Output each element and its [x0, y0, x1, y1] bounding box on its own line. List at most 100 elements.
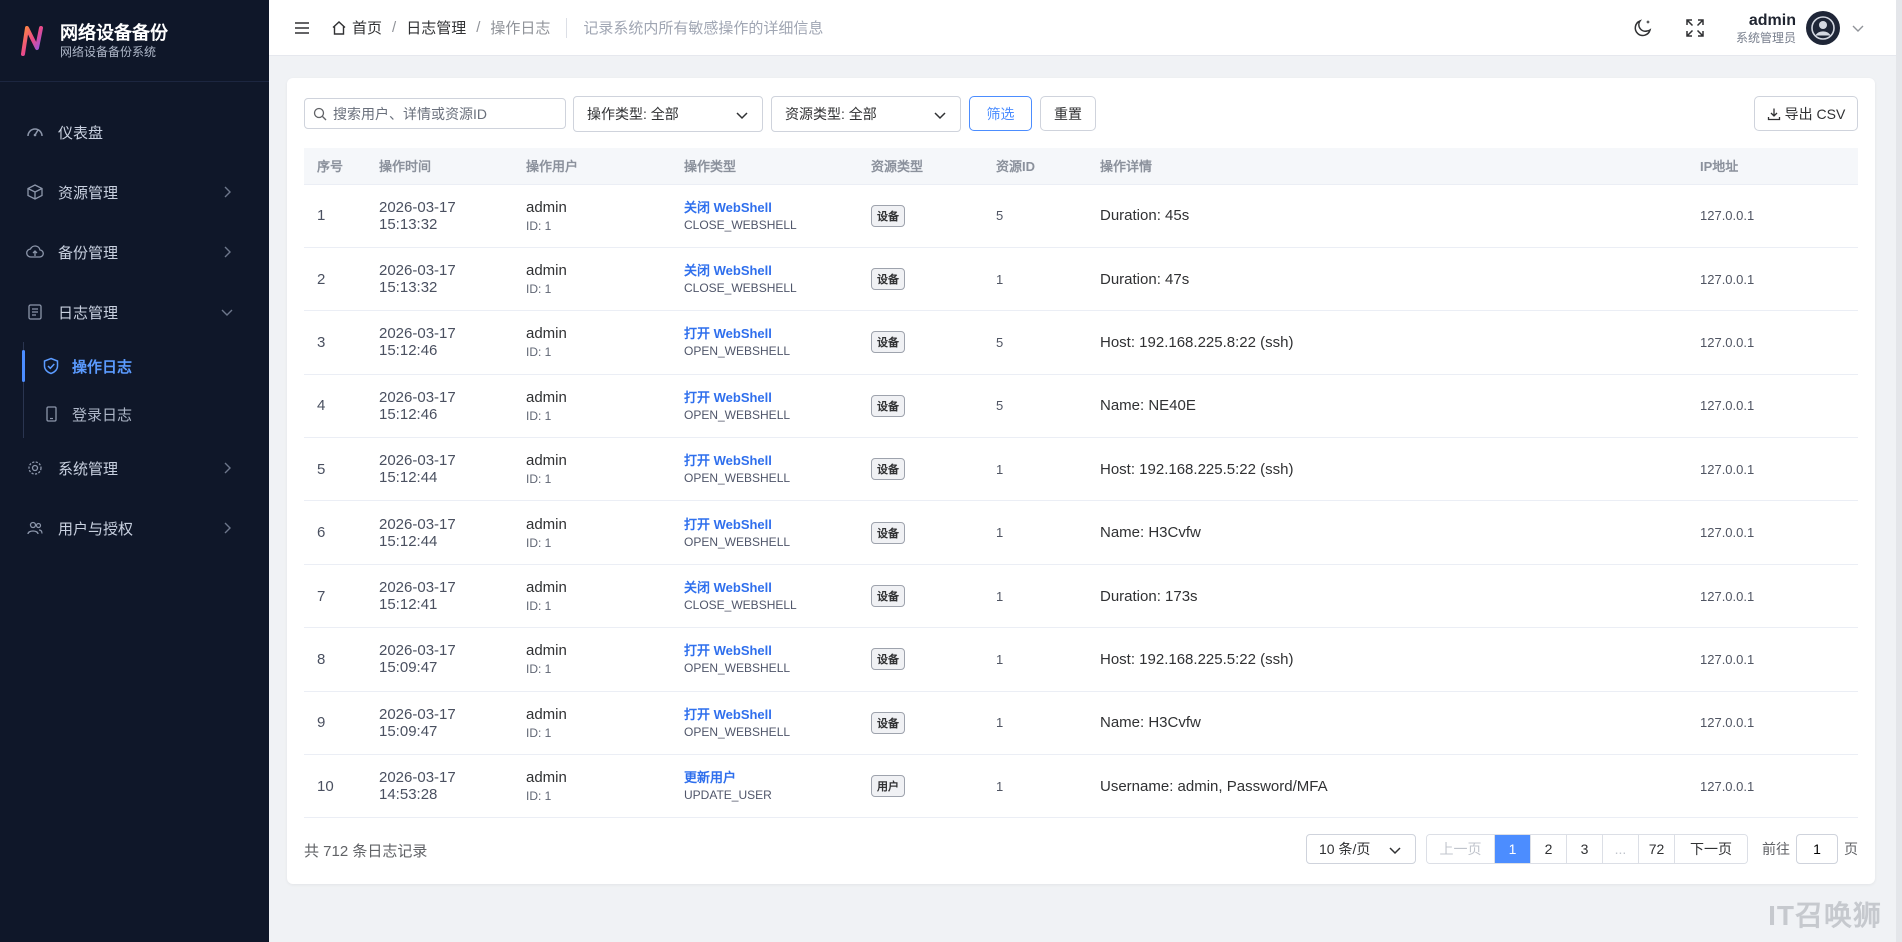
dashboard-icon [26, 123, 44, 141]
user-id: ID: 1 [526, 662, 552, 677]
resource-type-select[interactable]: 资源类型: 全部 [771, 96, 961, 132]
ip-address: 127.0.0.1 [1687, 437, 1858, 502]
ip-address: 127.0.0.1 [1687, 754, 1858, 819]
operation-label: 打开 WebShell [684, 389, 772, 405]
table-row: 3 2026-03-17 15:12:46 admin ID: 1 打开 WebShel… [304, 310, 1858, 375]
operation-code: OPEN_WEBSHELL [684, 534, 791, 549]
brand-title: 网络设备备份 [60, 22, 168, 43]
operation-label: 打开 WebShell [684, 326, 772, 342]
search-box[interactable] [304, 98, 566, 129]
page-description: 记录系统内所有敏感操作的详细信息 [583, 20, 824, 37]
user-name: admin [526, 262, 567, 280]
sidebar-item-label: 登录日志 [72, 406, 133, 424]
filter-toolbar: 操作类型: 全部 资源类型: 全部 筛选 重置 导出 CSV [304, 96, 1858, 132]
reset-button[interactable]: 重置 [1040, 96, 1096, 131]
resource-id: 1 [983, 437, 1087, 502]
row-number: 1 [304, 184, 366, 248]
operation-label: 打开 WebShell [684, 643, 772, 659]
operation-code: CLOSE_WEBSHELL [684, 217, 797, 232]
next-page-button[interactable]: 下一页 [1675, 835, 1747, 863]
resource-type-badge: 设备 [871, 458, 905, 481]
sidebar-item-backup[interactable]: 备份管理 [0, 222, 269, 282]
avatar[interactable] [1806, 11, 1840, 45]
moon-icon[interactable] [1632, 17, 1654, 39]
breadcrumb: 首页 / 日志管理 / 操作日志 [331, 17, 550, 38]
sidebar: 网络设备备份 网络设备备份系统 仪表盘 资源管理 备份管理 日志管理 操作日志 … [0, 0, 269, 942]
page-3-button[interactable]: 3 [1567, 835, 1603, 863]
operation-type-select[interactable]: 操作类型: 全部 [573, 96, 763, 132]
operation-type: 关闭 WebShell CLOSE_WEBSHELL [671, 247, 858, 312]
table-row: 9 2026-03-17 15:09:47 admin ID: 1 打开 WebShel… [304, 691, 1858, 756]
user-id: ID: 1 [526, 345, 552, 360]
table-row: 6 2026-03-17 15:12:44 admin ID: 1 打开 WebShel… [304, 500, 1858, 565]
chevron-down-icon[interactable] [1850, 20, 1866, 36]
resource-id: 1 [983, 247, 1087, 312]
user-name: admin [526, 198, 567, 216]
total-count: 共 712 条日志记录 [304, 843, 428, 860]
operation-user: admin ID: 1 [513, 627, 671, 692]
export-csv-button[interactable]: 导出 CSV [1754, 96, 1858, 131]
sidebar-item-system[interactable]: 系统管理 [0, 438, 269, 498]
operation-type: 打开 WebShell OPEN_WEBSHELL [671, 691, 858, 756]
resource-type-badge: 设备 [871, 585, 905, 608]
operation-detail: Duration: 173s [1087, 564, 1687, 629]
resource-type: 设备 [858, 184, 983, 248]
filter-button[interactable]: 筛选 [969, 96, 1032, 131]
ip-address: 127.0.0.1 [1687, 184, 1858, 248]
goto-page-input[interactable] [1796, 834, 1838, 864]
operation-label: 关闭 WebShell [684, 199, 772, 215]
operation-user: admin ID: 1 [513, 500, 671, 565]
user-id: ID: 1 [526, 282, 552, 297]
table-row: 8 2026-03-17 15:09:47 admin ID: 1 打开 WebShel… [304, 627, 1858, 692]
table-row: 5 2026-03-17 15:12:44 admin ID: 1 打开 WebShel… [304, 437, 1858, 502]
sidebar-item-logs[interactable]: 日志管理 [0, 282, 269, 342]
goto-prefix: 前往 [1762, 841, 1790, 857]
operation-user: admin ID: 1 [513, 374, 671, 439]
user-role: 系统管理员 [1735, 31, 1796, 45]
sidebar-item-operation-logs[interactable]: 操作日志 [0, 342, 269, 390]
sidebar-item-resources[interactable]: 资源管理 [0, 162, 269, 222]
page-scrollbar[interactable] [1896, 0, 1902, 942]
resource-type: 设备 [858, 374, 983, 439]
resource-id: 1 [983, 691, 1087, 756]
row-number: 7 [304, 564, 366, 629]
page-72-button[interactable]: 72 [1639, 835, 1675, 863]
sidebar-item-users[interactable]: 用户与授权 [0, 498, 269, 558]
breadcrumb-home[interactable]: 首页 [352, 17, 382, 38]
resource-type: 设备 [858, 247, 983, 312]
operation-type: 关闭 WebShell CLOSE_WEBSHELL [671, 564, 858, 629]
sidebar-item-login-logs[interactable]: 登录日志 [0, 390, 269, 438]
menu-toggle-icon[interactable] [293, 19, 311, 37]
top-header: 首页 / 日志管理 / 操作日志 记录系统内所有敏感操作的详细信息 admin … [269, 0, 1902, 56]
operation-code: OPEN_WEBSHELL [684, 724, 791, 739]
operation-time: 2026-03-17 15:12:46 [366, 310, 513, 375]
search-input[interactable] [333, 105, 553, 122]
breadcrumb-logs[interactable]: 日志管理 [406, 17, 466, 38]
operation-detail: Name: H3Cvfw [1087, 500, 1687, 565]
column-header: 操作类型 [671, 148, 858, 185]
chevron-right-icon [224, 186, 231, 198]
operation-user: admin ID: 1 [513, 247, 671, 312]
column-header: 序号 [304, 148, 366, 185]
sidebar-item-dashboard[interactable]: 仪表盘 [0, 102, 269, 162]
page-size-select[interactable]: 10 条/页 [1306, 834, 1416, 864]
ip-address: 127.0.0.1 [1687, 374, 1858, 439]
column-header: 操作用户 [513, 148, 671, 185]
user-name: admin [1748, 12, 1796, 29]
page-ellipsis: ... [1603, 835, 1639, 863]
prev-page-button[interactable]: 上一页 [1427, 835, 1495, 863]
resource-type-badge: 设备 [871, 331, 905, 354]
page-2-button[interactable]: 2 [1531, 835, 1567, 863]
row-number: 4 [304, 374, 366, 439]
search-icon [313, 107, 327, 120]
fullscreen-icon[interactable] [1684, 17, 1706, 39]
table-row: 7 2026-03-17 15:12:41 admin ID: 1 关闭 WebShel… [304, 564, 1858, 629]
brand[interactable]: 网络设备备份 网络设备备份系统 [0, 0, 269, 82]
chevron-down-icon [1389, 847, 1401, 855]
operation-type: 关闭 WebShell CLOSE_WEBSHELL [671, 184, 858, 248]
page-1-button[interactable]: 1 [1495, 835, 1531, 863]
operation-code: OPEN_WEBSHELL [684, 407, 791, 422]
user-info[interactable]: admin 系统管理员 [1736, 11, 1796, 45]
table-row: 1 2026-03-17 15:13:32 admin ID: 1 关闭 WebShel… [304, 184, 1858, 248]
operation-label: 打开 WebShell [684, 706, 772, 722]
